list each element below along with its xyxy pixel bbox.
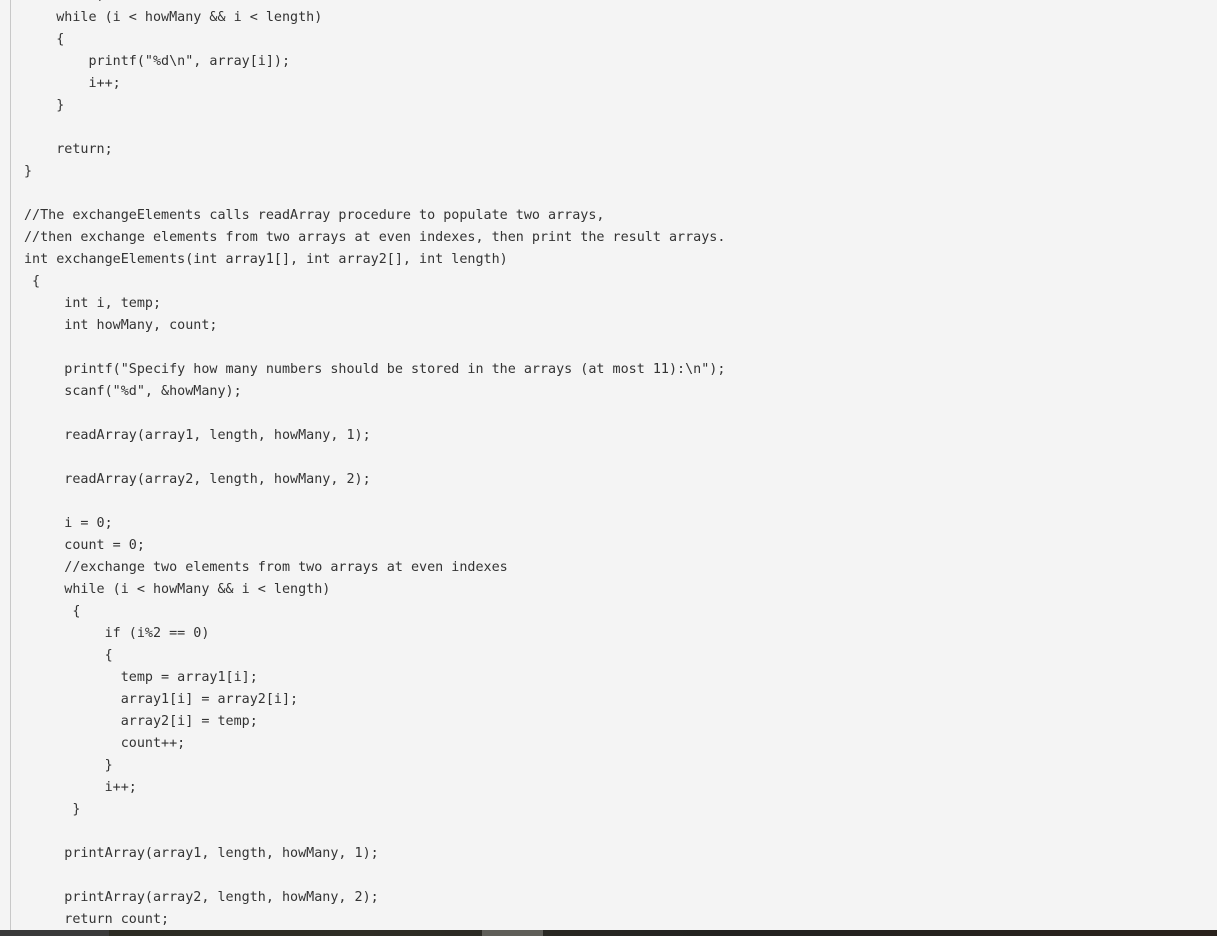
code-line: i++; [24, 780, 137, 795]
code-line: { [24, 274, 41, 289]
code-line: printArray(array1, length, howMany, 1); [24, 846, 379, 861]
code-line: int howMany, count; [24, 318, 218, 333]
code-line: readArray(array2, length, howMany, 2); [24, 472, 371, 487]
code-line: int exchangeElements(int array1[], int a… [24, 252, 508, 267]
code-line: return; [24, 142, 113, 157]
code-line: readArray(array1, length, howMany, 1); [24, 428, 371, 443]
code-line: i = 0; [24, 0, 725, 7]
code-line: i++; [24, 76, 121, 91]
code-line: { [24, 604, 81, 619]
code-line: } [24, 758, 113, 773]
code-line: scanf("%d", &howMany); [24, 384, 242, 399]
code-line: array1[i] = array2[i]; [24, 692, 299, 707]
taskbar-segment [0, 930, 109, 936]
code-line: int i, temp; [24, 296, 162, 311]
code-line: if (i%2 == 0) [24, 626, 210, 641]
code-line: } [24, 164, 33, 179]
code-line: return count; [24, 912, 170, 927]
horizontal-scrollbar[interactable] [0, 930, 1217, 936]
code-line: { [24, 648, 113, 663]
code-line: temp = array1[i]; [24, 670, 258, 685]
code-line: //The exchangeElements calls readArray p… [24, 208, 605, 223]
code-line: printf("Specify how many numbers should … [24, 362, 726, 377]
code-line: array2[i] = temp; [24, 714, 258, 729]
code-line: { [24, 32, 65, 47]
code-line: //then exchange elements from two arrays… [24, 230, 726, 245]
code-line: while (i < howMany && i < length) [24, 10, 323, 25]
code-block: i = 0; while (i < howMany && i < length)… [10, 0, 1217, 930]
code-line: while (i < howMany && i < length) [24, 582, 331, 597]
code-lines: i = 0; while (i < howMany && i < length)… [24, 0, 725, 930]
code-line: } [24, 98, 65, 113]
code-line: count = 0; [24, 538, 145, 553]
code-line: printArray(array2, length, howMany, 2); [24, 890, 379, 905]
code-line: //exchange two elements from two arrays … [24, 560, 508, 575]
code-line: i = 0; [24, 516, 113, 531]
code-line: count++; [24, 736, 186, 751]
code-line: } [24, 802, 81, 817]
scrollbar-thumb[interactable] [482, 930, 543, 936]
code-line: printf("%d\n", array[i]); [24, 54, 291, 69]
